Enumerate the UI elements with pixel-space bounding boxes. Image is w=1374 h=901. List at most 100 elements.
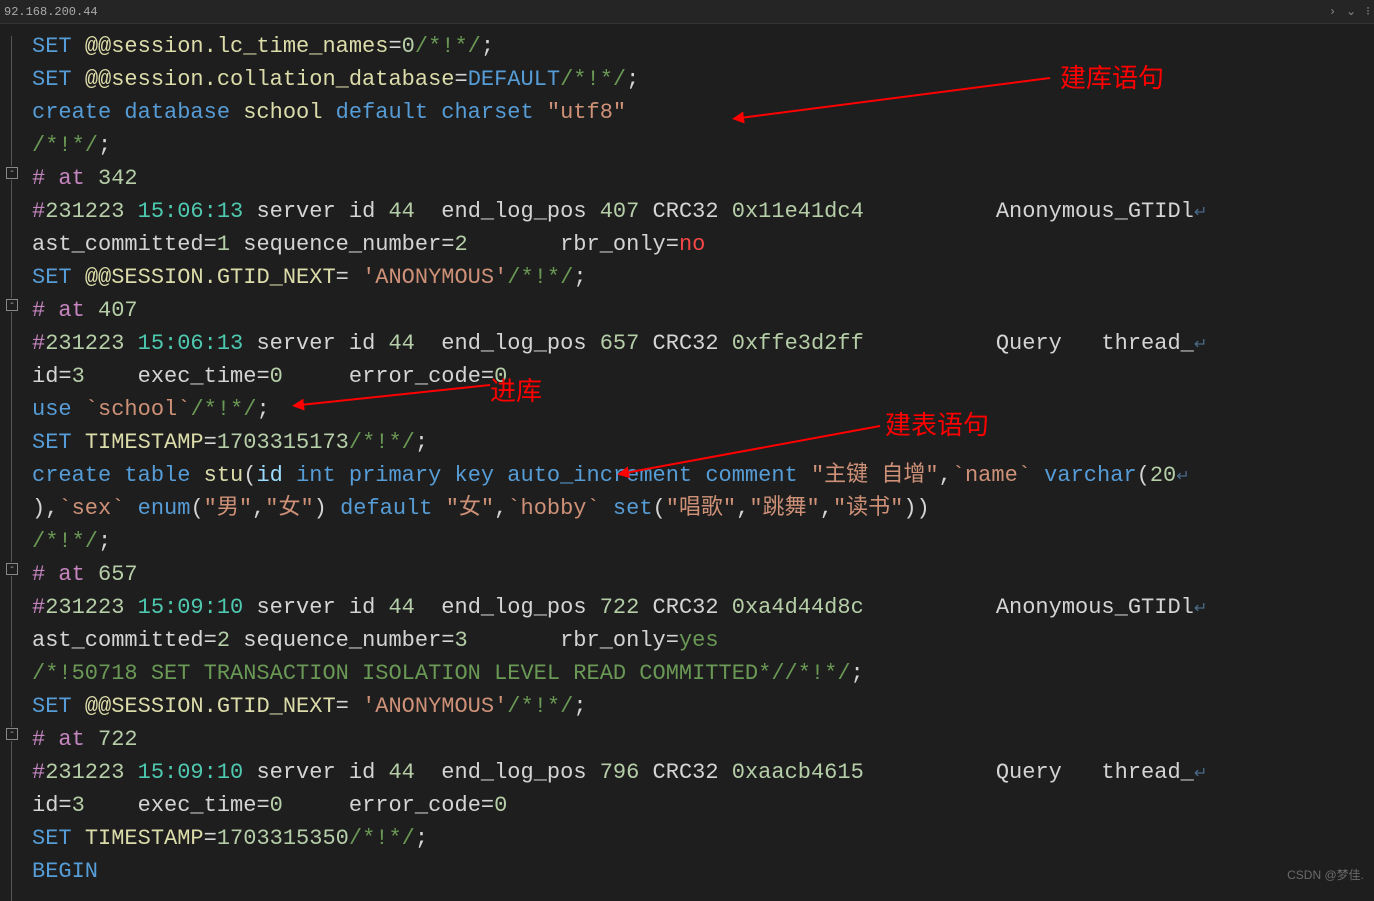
code-line: use `school`/*!*/; — [32, 393, 1374, 426]
fold-toggle[interactable]: - — [6, 167, 18, 179]
code-token: ; — [481, 34, 494, 59]
code-token: "男" — [204, 496, 252, 521]
code-token: = — [204, 826, 217, 851]
code-token: id — [256, 463, 296, 488]
code-line: BEGIN — [32, 855, 1374, 888]
code-line: #231223 15:06:13 server id 44 end_log_po… — [32, 327, 1374, 360]
code-token: # at — [32, 298, 98, 323]
code-token: /*!*/ — [785, 661, 851, 686]
code-token: @@SESSION.GTID_NEXT — [85, 694, 336, 719]
fold-toggle[interactable]: - — [6, 299, 18, 311]
wrap-indicator-icon: ↵ — [1194, 204, 1207, 222]
code-token: 722 — [600, 595, 640, 620]
code-token: 20 — [1150, 463, 1176, 488]
code-token: = — [666, 232, 679, 257]
code-token: ( — [1137, 463, 1150, 488]
code-token: , — [939, 463, 952, 488]
code-token: ; — [415, 430, 428, 455]
watermark: CSDN @梦佳. — [1287, 866, 1364, 883]
code-line: id=3 exec_time=0 error_code=0 — [32, 360, 1374, 393]
code-token: = — [388, 34, 401, 59]
code-line: SET @@session.collation_database=DEFAULT… — [32, 63, 1374, 96]
code-token: , — [252, 496, 265, 521]
code-token: no — [679, 232, 705, 257]
code-token: TIMESTAMP — [85, 430, 204, 455]
code-token: = — [58, 364, 71, 389]
code-token: id — [32, 793, 58, 818]
code-token — [124, 760, 137, 785]
code-token: 1703315173 — [217, 430, 349, 455]
code-token: 15:06:13 — [138, 331, 244, 356]
code-line: ast_committed=2 sequence_number=3 rbr_on… — [32, 624, 1374, 657]
code-token: ), — [32, 496, 58, 521]
code-token: default — [340, 496, 446, 521]
code-token: Anonymous_GTID — [864, 199, 1181, 224]
code-token: SET — [32, 694, 85, 719]
code-editor[interactable]: ---- SET @@session.lc_time_names=0/*!*/;… — [0, 24, 1374, 888]
code-token: use — [32, 397, 85, 422]
code-token: TIMESTAMP — [85, 826, 204, 851]
code-token — [124, 331, 137, 356]
code-token: server id — [243, 595, 388, 620]
code-token: /*!*/ — [32, 133, 98, 158]
code-token: 407 — [98, 298, 138, 323]
code-line: ),`sex` enum("男","女") default "女",`hobby… — [32, 492, 1374, 525]
code-token: CRC32 — [639, 760, 731, 785]
code-token: ( — [243, 463, 256, 488]
code-token: 657 — [600, 331, 640, 356]
code-token: # at — [32, 166, 98, 191]
code-token: 407 — [600, 199, 640, 224]
code-token: CRC32 — [639, 199, 731, 224]
code-token: 231223 — [45, 331, 124, 356]
code-token: default charset — [336, 100, 547, 125]
code-token: SET — [32, 67, 85, 92]
code-token: # at — [32, 562, 98, 587]
fold-line — [11, 576, 12, 727]
code-token: ; — [415, 826, 428, 851]
code-token: end_log_pos — [415, 595, 600, 620]
code-token: /*!50718 SET TRANSACTION ISOLATION LEVEL… — [32, 661, 785, 686]
code-token: , — [494, 496, 507, 521]
code-token: )) — [903, 496, 929, 521]
code-token: l — [1181, 595, 1194, 620]
code-token: = — [58, 793, 71, 818]
fold-line — [11, 312, 12, 562]
code-token: "女" — [446, 496, 494, 521]
code-token: SET — [32, 265, 85, 290]
code-token: # — [32, 595, 45, 620]
tab-title[interactable]: 92.168.200.44 — [4, 5, 98, 19]
code-token: /*!*/ — [560, 67, 626, 92]
code-token: @@SESSION.GTID_NEXT — [85, 265, 336, 290]
code-token: = — [441, 628, 454, 653]
code-token: 15:09:10 — [138, 595, 244, 620]
chev-right-icon[interactable]: › — [1329, 5, 1336, 19]
code-token: 0 — [494, 793, 507, 818]
code-line: SET @@SESSION.GTID_NEXT= 'ANONYMOUS'/*!*… — [32, 261, 1374, 294]
fold-line — [11, 36, 12, 166]
code-token: ; — [851, 661, 864, 686]
code-token: ( — [653, 496, 666, 521]
code-token: create database — [32, 100, 243, 125]
code-token: 0 — [494, 364, 507, 389]
code-line: # at 657 — [32, 558, 1374, 591]
code-token: 0xaacb4615 — [732, 760, 864, 785]
code-token: end_log_pos — [415, 331, 600, 356]
fold-toggle[interactable]: - — [6, 563, 18, 575]
fold-toggle[interactable]: - — [6, 728, 18, 740]
fold-line — [11, 180, 12, 298]
code-line: id=3 exec_time=0 error_code=0 — [32, 789, 1374, 822]
code-token: `name` — [952, 463, 1031, 488]
code-line: #231223 15:09:10 server id 44 end_log_po… — [32, 591, 1374, 624]
wrap-indicator-icon: ↵ — [1194, 765, 1207, 783]
code-line: # at 342 — [32, 162, 1374, 195]
code-token: rbr_only — [468, 628, 666, 653]
code-token: 15:09:10 — [138, 760, 244, 785]
code-token: enum — [124, 496, 190, 521]
code-token: exec_time — [85, 364, 257, 389]
code-token: , — [820, 496, 833, 521]
chev-down-icon[interactable]: ⌄ — [1346, 4, 1356, 19]
code-token: /*!*/ — [32, 529, 98, 554]
code-token: /*!*/ — [507, 694, 573, 719]
more-menu-icon[interactable]: ⁝ — [1366, 4, 1370, 19]
code-token: = — [454, 67, 467, 92]
